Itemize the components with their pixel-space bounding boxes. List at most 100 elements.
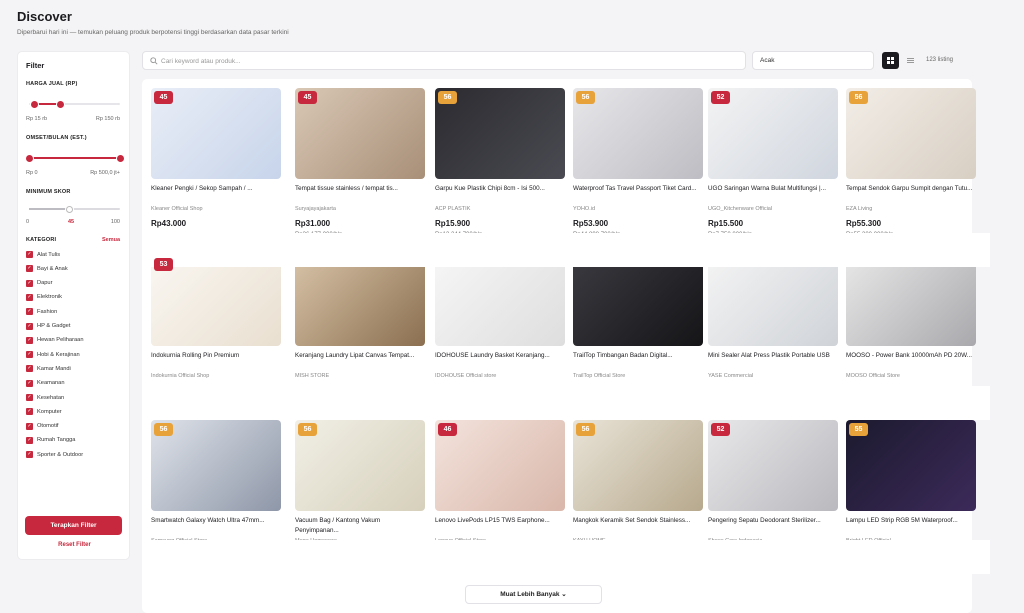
category-label: KATEGORI	[26, 237, 57, 243]
checkbox-checked-icon[interactable]: ✓	[26, 451, 33, 459]
shop-name: EZA Living	[846, 206, 873, 212]
product-card[interactable]: 56 Tempat Sendok Garpu Sumpit dengan Tutu…	[846, 88, 976, 243]
product-name[interactable]: Lenovo LivePods LP15 TWS Earphone...	[435, 516, 563, 526]
page-subtitle: Diperbarui hari ini — temukan peluang pr…	[17, 29, 289, 36]
score-handle[interactable]	[66, 205, 74, 213]
row-divider	[142, 540, 990, 574]
product-image[interactable]	[573, 255, 703, 346]
category-item[interactable]: ✓ Komputer	[26, 408, 62, 416]
checkbox-checked-icon[interactable]: ✓	[26, 293, 33, 301]
reset-filter-button[interactable]: Reset Filter	[18, 542, 131, 548]
product-name[interactable]: Garpu Kue Plastik Chipi 8cm - Isi 500...	[435, 184, 563, 194]
score-min-label: 0	[26, 219, 30, 225]
product-name[interactable]: Vacuum Bag / Kantong Vakum Penyimpanan..…	[295, 516, 423, 536]
omset-max-handle[interactable]	[116, 154, 124, 162]
omset-min-handle[interactable]	[25, 154, 33, 162]
price-range-slider[interactable]	[29, 100, 120, 108]
checkbox-checked-icon[interactable]: ✓	[26, 308, 33, 316]
product-card[interactable]: 45 Tempat tissue stainless / tempat tis..…	[295, 88, 425, 243]
category-item[interactable]: ✓ Dapur	[26, 279, 53, 287]
product-name[interactable]: TrailTop Timbangan Badan Digital...	[573, 351, 701, 361]
product-card[interactable]: 52 UGO Saringan Warna Bulat Multifungsi |…	[708, 88, 838, 243]
price-max-handle[interactable]	[57, 100, 65, 108]
score-max-label: 100	[110, 219, 120, 225]
product-image[interactable]	[708, 255, 838, 346]
shop-name: IDOHOUSE Official store	[435, 373, 497, 379]
checkbox-checked-icon[interactable]: ✓	[26, 408, 33, 416]
product-image[interactable]	[846, 255, 976, 346]
checkbox-checked-icon[interactable]: ✓	[26, 322, 33, 330]
filter-sidebar: Filter HARGA JUAL (RP) Rp 15 rb Rp 150 r…	[17, 51, 130, 560]
category-select-all[interactable]: Semua	[102, 237, 120, 243]
product-name[interactable]: Waterproof Tas Travel Passport Tiket Car…	[573, 184, 701, 194]
category-item[interactable]: ✓ Otomotif	[26, 422, 59, 430]
category-item-label: Otomotif	[37, 423, 59, 430]
score-slider[interactable]	[29, 205, 120, 213]
shop-name: Indokurnia Official Shop	[151, 373, 210, 379]
category-item[interactable]: ✓ Fashion	[26, 308, 57, 316]
search-box	[142, 51, 746, 70]
product-name[interactable]: Smartwatch Galaxy Watch Ultra 47mm...	[151, 516, 279, 526]
checkbox-checked-icon[interactable]: ✓	[26, 365, 33, 373]
shop-name: Suryajayajakarta	[295, 206, 336, 212]
checkbox-checked-icon[interactable]: ✓	[26, 351, 33, 359]
category-item[interactable]: ✓ HP & Gadget	[26, 322, 71, 330]
checkbox-checked-icon[interactable]: ✓	[26, 422, 33, 430]
sort-select[interactable]: Acak	[752, 51, 874, 70]
checkbox-checked-icon[interactable]: ✓	[26, 436, 33, 444]
price-min-handle[interactable]	[30, 100, 38, 108]
product-name[interactable]: Lampu LED Strip RGB 5M Waterproof...	[846, 516, 974, 526]
product-image[interactable]	[435, 255, 565, 346]
category-item-label: Kesehatan	[37, 394, 65, 401]
product-name[interactable]: Tempat tissue stainless / tempat tis...	[295, 184, 423, 194]
omset-range-slider[interactable]	[25, 154, 124, 162]
product-name[interactable]: Pengering Sepatu Deodorant Sterilizer...	[708, 516, 836, 526]
omset-filter-label: OMSET/BULAN (EST.)	[26, 135, 87, 141]
list-view-toggle[interactable]	[902, 52, 919, 69]
shop-name: YOHO.id	[573, 206, 596, 212]
checkbox-checked-icon[interactable]: ✓	[26, 336, 33, 344]
load-more-button[interactable]: Muat Lebih Banyak ⌄	[465, 585, 602, 604]
product-name[interactable]: Kleaner Pengki / Sekop Sampah / ...	[151, 184, 279, 194]
product-name[interactable]: MOOSO - Power Bank 10000mAh PD 20W...	[846, 351, 974, 361]
shop-name: TrailTop Official Store	[573, 373, 626, 379]
category-item[interactable]: ✓ Alat Tulis	[26, 251, 60, 258]
score-badge: 56	[576, 91, 595, 104]
product-card[interactable]: 45 Kleaner Pengki / Sekop Sampah / ... Kle…	[151, 88, 281, 243]
category-item-label: HP & Gadget	[37, 323, 71, 329]
price-max-label: Rp 150 rb	[95, 116, 120, 122]
score-badge: 55	[849, 423, 868, 436]
product-name[interactable]: UGO Saringan Warna Bulat Multifungsi |..…	[708, 184, 836, 194]
search-input[interactable]	[161, 54, 561, 68]
checkbox-checked-icon[interactable]: ✓	[26, 394, 33, 401]
shop-name: YASE Commercial	[708, 373, 754, 379]
grid-view-toggle[interactable]	[882, 52, 899, 69]
category-item[interactable]: ✓ Rumah Tangga	[26, 436, 75, 444]
shop-name: Kleaner Official Shop	[151, 206, 203, 212]
product-name[interactable]: Indokurnia Rolling Pin Premium	[151, 351, 279, 361]
product-price: Rp55.300	[846, 219, 882, 228]
category-item-label: Komputer	[37, 408, 62, 415]
category-item[interactable]: ✓ Kesehatan	[26, 394, 64, 401]
product-card[interactable]: 56 Waterproof Tas Travel Passport Tiket C…	[573, 88, 703, 243]
product-name[interactable]: Mangkok Keramik Set Sendok Stainless...	[573, 516, 701, 526]
product-image[interactable]	[295, 255, 425, 346]
checkbox-checked-icon[interactable]: ✓	[26, 251, 33, 258]
score-badge: 56	[298, 423, 317, 436]
category-item[interactable]: ✓ Elektronik	[26, 293, 62, 301]
product-card[interactable]: 56 Garpu Kue Plastik Chipi 8cm - Isi 500.…	[435, 88, 565, 243]
category-item[interactable]: ✓ Hobi & Kerajinan	[26, 351, 80, 359]
checkbox-checked-icon[interactable]: ✓	[26, 265, 33, 273]
product-name[interactable]: Mini Sealer Alat Press Plastik Portable …	[708, 351, 836, 361]
category-item[interactable]: ✓ Kamar Mandi	[26, 365, 71, 373]
checkbox-checked-icon[interactable]: ✓	[26, 279, 33, 287]
category-item[interactable]: ✓ Hewan Peliharaan	[26, 336, 83, 344]
product-name[interactable]: Keranjang Laundry Lipat Canvas Tempat...	[295, 351, 423, 361]
product-name[interactable]: Tempat Sendok Garpu Sumpit dengan Tutu..…	[846, 184, 974, 194]
product-name[interactable]: IDOHOUSE Laundry Basket Keranjang...	[435, 351, 563, 361]
category-item[interactable]: ✓ Bayi & Anak	[26, 265, 68, 273]
checkbox-checked-icon[interactable]: ✓	[26, 379, 33, 387]
category-item[interactable]: ✓ Sporter & Outdoor	[26, 451, 83, 459]
category-item[interactable]: ✓ Keamanan	[26, 379, 65, 387]
apply-filter-button[interactable]: Terapkan Filter	[25, 516, 122, 535]
